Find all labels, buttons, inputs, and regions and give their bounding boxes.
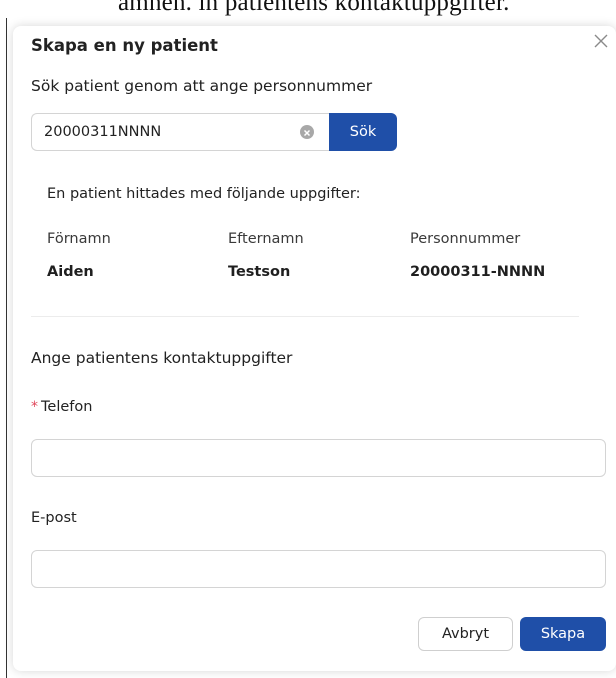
email-input[interactable] xyxy=(32,551,605,587)
clear-x-glyph xyxy=(303,129,311,137)
create-button[interactable]: Skapa xyxy=(520,617,606,651)
dialog-title: Skapa en ny patient xyxy=(31,36,218,55)
last-name-header: Efternamn xyxy=(228,231,304,247)
search-button[interactable]: Sök xyxy=(329,113,397,151)
search-label: Sök patient genom att ange personnummer xyxy=(31,77,373,95)
section-divider xyxy=(31,316,579,317)
email-field[interactable] xyxy=(31,550,606,588)
phone-label: * Telefon xyxy=(31,399,92,415)
required-marker: * xyxy=(31,399,38,415)
background-page-text: ämnen. in patientens kontaktuppgifter. xyxy=(118,0,510,16)
create-patient-dialog: Skapa en ny patient Sök patient genom at… xyxy=(13,26,616,671)
first-name-value: Aiden xyxy=(47,264,94,280)
personnummer-search-input[interactable] xyxy=(44,114,294,150)
close-x-glyph xyxy=(594,34,608,48)
personnummer-header: Personnummer xyxy=(410,231,521,247)
contact-heading: Ange patientens kontaktuppgifter xyxy=(31,349,293,367)
email-label: E-post xyxy=(31,510,77,526)
patient-found-message: En patient hittades med följande uppgift… xyxy=(47,186,361,202)
clear-circle-icon[interactable] xyxy=(300,125,314,139)
cancel-button[interactable]: Avbryt xyxy=(418,617,513,651)
last-name-value: Testson xyxy=(228,264,291,280)
phone-field[interactable] xyxy=(31,439,606,477)
first-name-header: Förnamn xyxy=(47,231,111,247)
phone-input[interactable] xyxy=(32,440,605,476)
close-icon[interactable] xyxy=(590,30,612,52)
phone-label-text: Telefon xyxy=(41,399,93,415)
personnummer-value: 20000311-NNNN xyxy=(410,264,546,280)
personnummer-search-field[interactable] xyxy=(31,113,329,151)
